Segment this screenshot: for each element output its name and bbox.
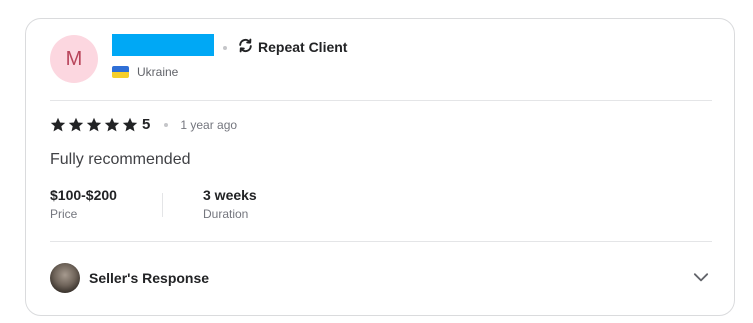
divider [50,241,712,242]
rating-row: 5 1 year ago [50,116,237,133]
seller-avatar [50,263,80,293]
star-icon [86,117,102,131]
seller-response-label: Seller's Response [89,270,210,286]
star-icon [50,117,66,131]
avatar-initial: M [65,47,83,70]
divider [50,100,712,101]
duration-block: 3 weeks Duration [203,187,257,221]
chevron-down-icon[interactable] [692,268,710,286]
reviewer-name-redacted [112,34,214,56]
repeat-client-label: Repeat Client [258,39,348,55]
country-label: Ukraine [137,65,179,79]
separator-dot [164,122,169,127]
price-label: Price [50,207,78,221]
seller-response-toggle[interactable]: Seller's Response [50,263,209,293]
star-icon [68,117,84,131]
price-value: $100-$200 [50,187,117,203]
reviewer-country: Ukraine [112,65,178,79]
duration-label: Duration [203,207,249,221]
repeat-icon [237,37,254,57]
review-text: Fully recommended [50,151,191,168]
rating-value: 5 [142,116,151,133]
duration-value: 3 weeks [203,187,257,203]
repeat-client-badge: Repeat Client [237,37,347,57]
review-card: M Repeat Client Ukraine 5 1 year ago Ful… [25,18,735,316]
vertical-divider [162,193,163,217]
reviewer-avatar: M [50,35,98,83]
star-icon [122,117,138,131]
star-rating [50,117,138,133]
price-block: $100-$200 Price [50,187,117,221]
star-icon [104,117,120,131]
separator-dot [223,46,227,50]
ukraine-flag-icon [112,66,129,78]
review-time: 1 year ago [180,117,238,132]
